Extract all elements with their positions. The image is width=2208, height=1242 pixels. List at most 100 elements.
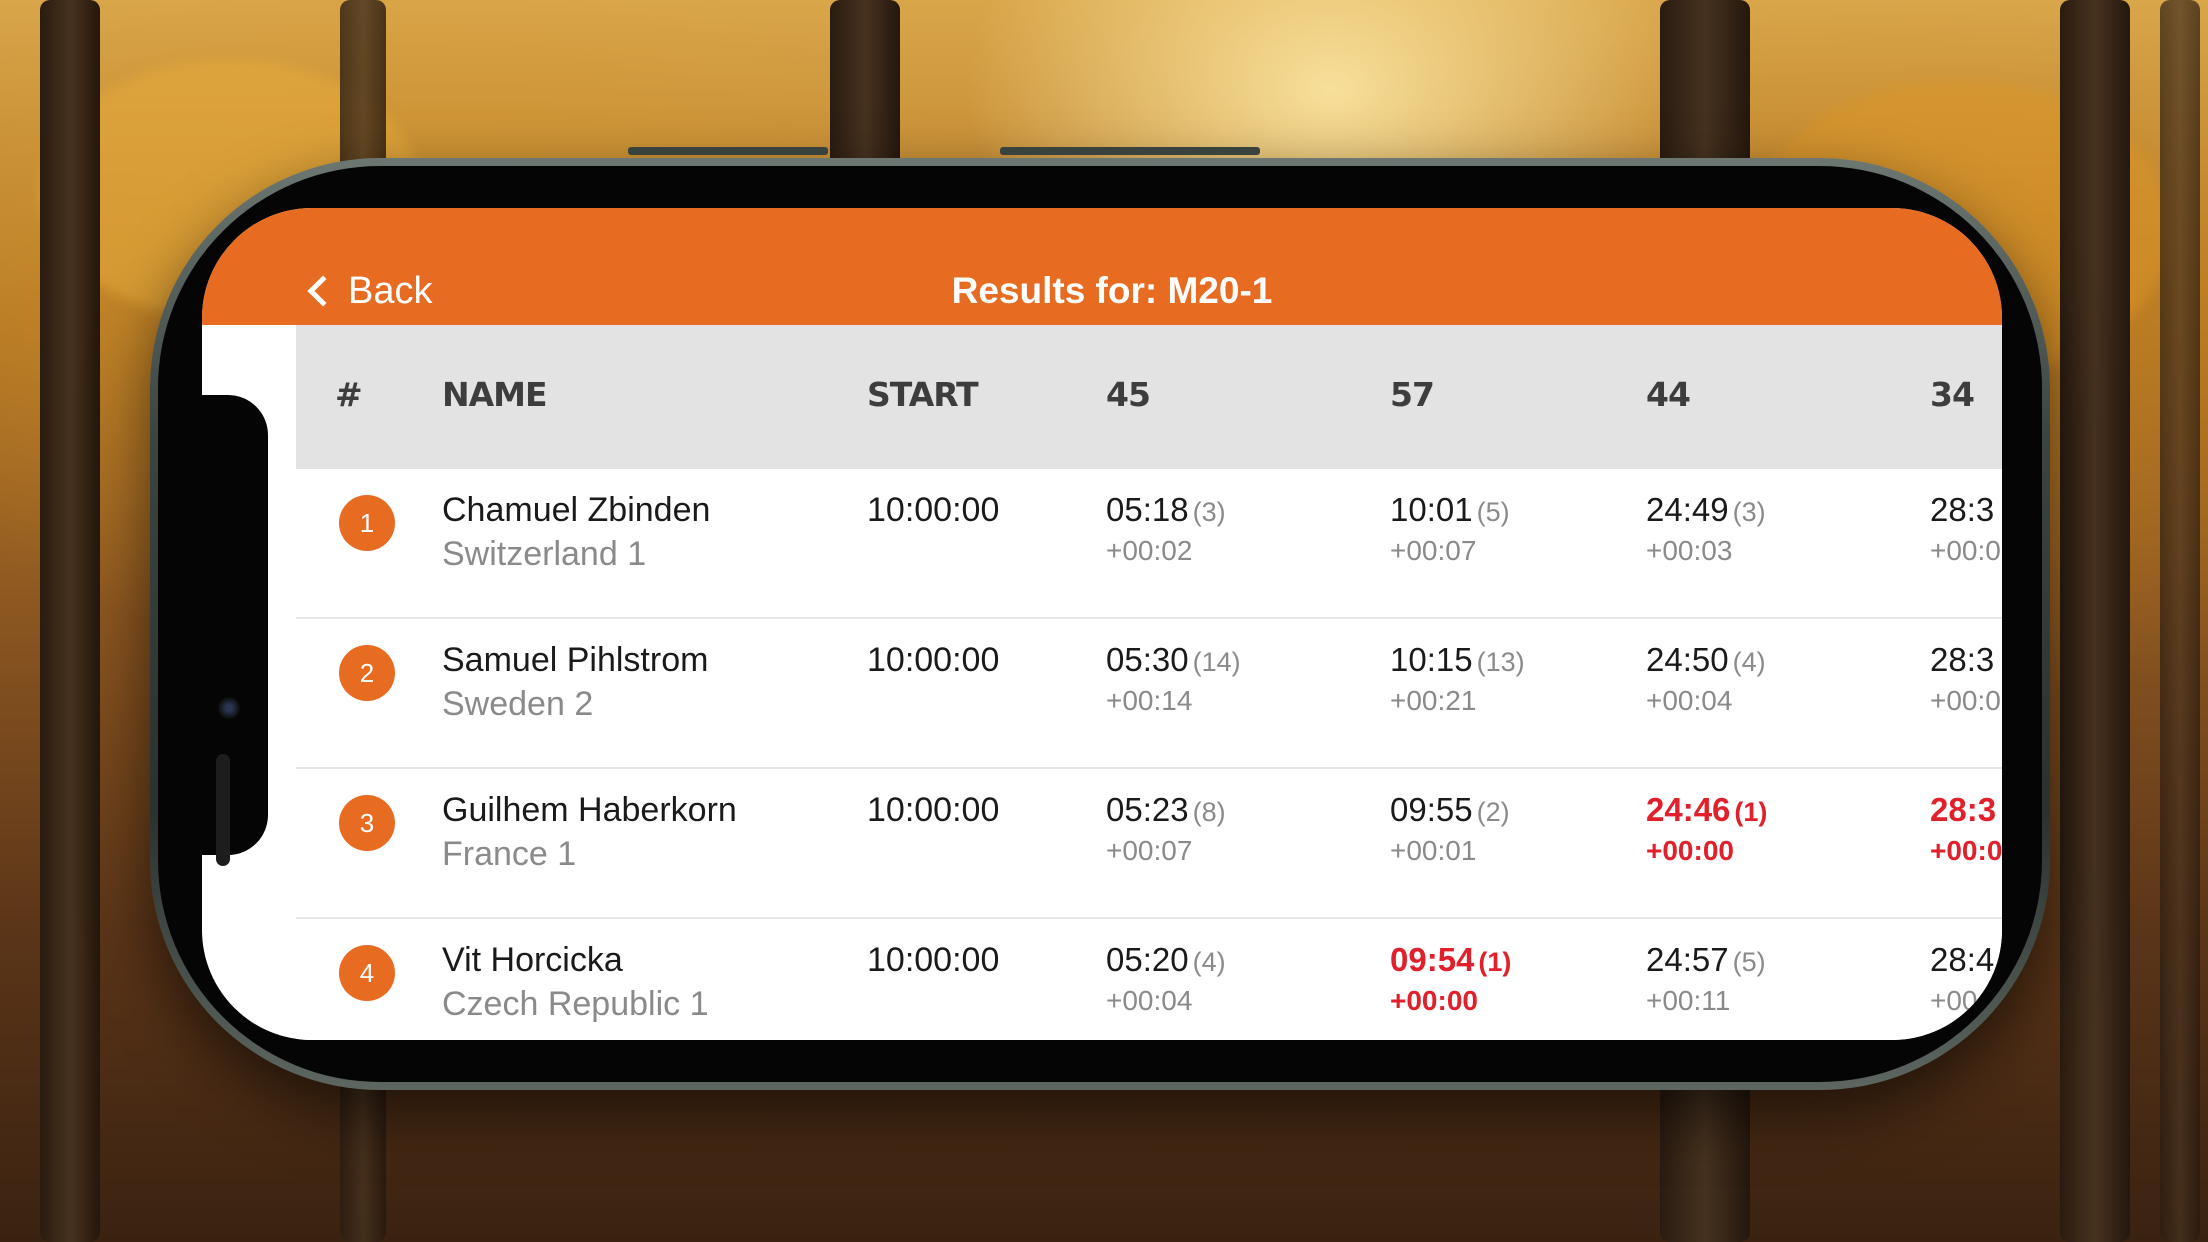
split-place: (5) — [1732, 947, 1766, 977]
column-header-name[interactable]: NAME — [442, 375, 548, 414]
split-cell: 28:3 +00:0 — [1930, 491, 2001, 567]
split-diff: +00:0 — [1930, 835, 2002, 866]
split-diff: +00:04 — [1646, 685, 1733, 716]
split-time: 10:15 — [1390, 641, 1473, 678]
split-place: (1) — [1478, 947, 1512, 977]
split-cell: 09:54 (1) +00:00 — [1390, 941, 1511, 1017]
split-diff: +00:01 — [1390, 835, 1477, 866]
split-time: 24:46 — [1646, 791, 1731, 828]
split-diff: +00:04 — [1106, 985, 1193, 1016]
split-cell: 28:4 +00 — [1930, 941, 1998, 1017]
rank-badge: 1 — [339, 495, 395, 551]
tree-trunk — [2160, 0, 2200, 1242]
split-place: (4) — [1192, 947, 1226, 977]
runner-name: Samuel Pihlstrom — [442, 641, 709, 679]
column-header-rank[interactable]: # — [335, 375, 363, 414]
column-header-control[interactable]: 45 — [1106, 375, 1151, 414]
start-time: 10:00:00 — [867, 941, 1000, 979]
split-time: 24:50 — [1646, 641, 1729, 678]
runner-team: France 1 — [442, 835, 577, 873]
phone-notch — [202, 395, 268, 866]
split-place: (2) — [1476, 797, 1510, 827]
column-header-control[interactable]: 57 — [1390, 375, 1435, 414]
split-time: 09:54 — [1390, 941, 1475, 978]
split-diff: +00:00 — [1390, 985, 1478, 1016]
results-table: # NAME START 45 57 44 34 1 Chamuel Zbinde… — [296, 325, 2002, 1040]
start-time: 10:00:00 — [867, 791, 1000, 829]
split-time: 28:3 — [1930, 791, 1997, 828]
split-time: 05:20 — [1106, 941, 1189, 978]
table-row[interactable]: 4 Vit Horcicka Czech Republic 1 10:00:00 05:… — [296, 919, 2002, 1040]
split-time: 28:4 — [1930, 941, 1995, 978]
split-cell: 24:46 (1) +00:00 — [1646, 791, 1767, 867]
split-place: (14) — [1192, 647, 1241, 677]
table-header: # NAME START 45 57 44 34 — [296, 325, 2002, 469]
split-diff: +00:0 — [1930, 535, 2001, 566]
app-screen: Back Results for: M20-1 # NAME START 45 … — [202, 208, 2002, 1040]
split-cell: 24:57 (5) +00:11 — [1646, 941, 1766, 1017]
split-diff: +00:07 — [1106, 835, 1193, 866]
runner-name: Chamuel Zbinden — [442, 491, 711, 529]
rank-badge: 4 — [339, 945, 395, 1001]
split-cell: 28:3 +00:0 — [1930, 791, 2002, 867]
table-row[interactable]: 3 Guilhem Haberkorn France 1 10:00:00 05:23(… — [296, 769, 2002, 919]
split-diff: +00:0 — [1930, 685, 2001, 716]
runner-name: Vit Horcicka — [442, 941, 623, 979]
camera-icon — [218, 697, 240, 719]
runner-team: Sweden 2 — [442, 685, 594, 723]
split-time: 24:49 — [1646, 491, 1729, 528]
split-cell: 05:20 (4) +00:04 — [1106, 941, 1226, 1017]
navigation-bar: Back Results for: M20-1 — [202, 208, 2002, 325]
split-place: (3) — [1192, 497, 1226, 527]
split-diff: +00:11 — [1646, 985, 1731, 1016]
power-button — [1000, 147, 1260, 155]
page-title: Results for: M20-1 — [951, 270, 1273, 311]
table-row[interactable]: 1 Chamuel Zbinden Switzerland 1 10:00:00 05:… — [296, 469, 2002, 619]
start-time: 10:00:00 — [867, 491, 1000, 529]
split-time: 05:18 — [1106, 491, 1189, 528]
tree-trunk — [40, 0, 100, 1242]
split-cell: 05:18 (3) +00:02 — [1106, 491, 1226, 567]
split-cell: 24:49 (3) +00:03 — [1646, 491, 1766, 567]
split-diff: +00:03 — [1646, 535, 1733, 566]
split-time: 28:3 — [1930, 491, 1995, 528]
table-row[interactable]: 2 Samuel Pihlstrom Sweden 2 10:00:00 05:30 (1… — [296, 619, 2002, 769]
split-cell: 05:23 (8) +00:07 — [1106, 791, 1226, 867]
split-cell: 10:01 (5) +00:07 — [1390, 491, 1510, 567]
split-cell: 05:30 (14) +00:14 — [1106, 641, 1241, 717]
volume-button — [628, 147, 828, 155]
speaker-grille — [216, 754, 230, 866]
split-diff: +00 — [1930, 985, 1978, 1016]
column-header-control[interactable]: 34 — [1930, 375, 1975, 414]
split-place: (13) — [1476, 647, 1525, 677]
split-diff: +00:14 — [1106, 685, 1193, 716]
split-time: 05:30 — [1106, 641, 1189, 678]
rank-badge: 2 — [339, 645, 395, 701]
runner-team: Switzerland 1 — [442, 535, 647, 573]
split-place: (3) — [1732, 497, 1766, 527]
split-diff: +00:07 — [1390, 535, 1477, 566]
split-time: 05:23 — [1106, 791, 1189, 828]
rank-badge: 3 — [339, 795, 395, 851]
column-header-start[interactable]: START — [867, 375, 979, 414]
start-time: 10:00:00 — [867, 641, 1000, 679]
split-diff: +00:21 — [1390, 685, 1477, 716]
runner-name: Guilhem Haberkorn — [442, 791, 737, 829]
split-cell: 28:3 +00:0 — [1930, 641, 2001, 717]
split-place: (4) — [1732, 647, 1766, 677]
tree-trunk — [2060, 0, 2130, 1242]
split-place: (8) — [1192, 797, 1226, 827]
split-diff: +00:00 — [1646, 835, 1734, 866]
split-time: 10:01 — [1390, 491, 1473, 528]
split-time: 24:57 — [1646, 941, 1729, 978]
split-place: (5) — [1476, 497, 1510, 527]
runner-team: Czech Republic 1 — [442, 985, 709, 1023]
split-time: 09:55 — [1390, 791, 1473, 828]
split-place: (1) — [1734, 797, 1768, 827]
column-header-control[interactable]: 44 — [1646, 375, 1691, 414]
split-cell: 10:15 (13) +00:21 — [1390, 641, 1525, 717]
split-diff: +00:02 — [1106, 535, 1193, 566]
split-time: 28:3 — [1930, 641, 1995, 678]
split-cell: 09:55 (2) +00:01 — [1390, 791, 1510, 867]
split-cell: 24:50 (4) +00:04 — [1646, 641, 1766, 717]
